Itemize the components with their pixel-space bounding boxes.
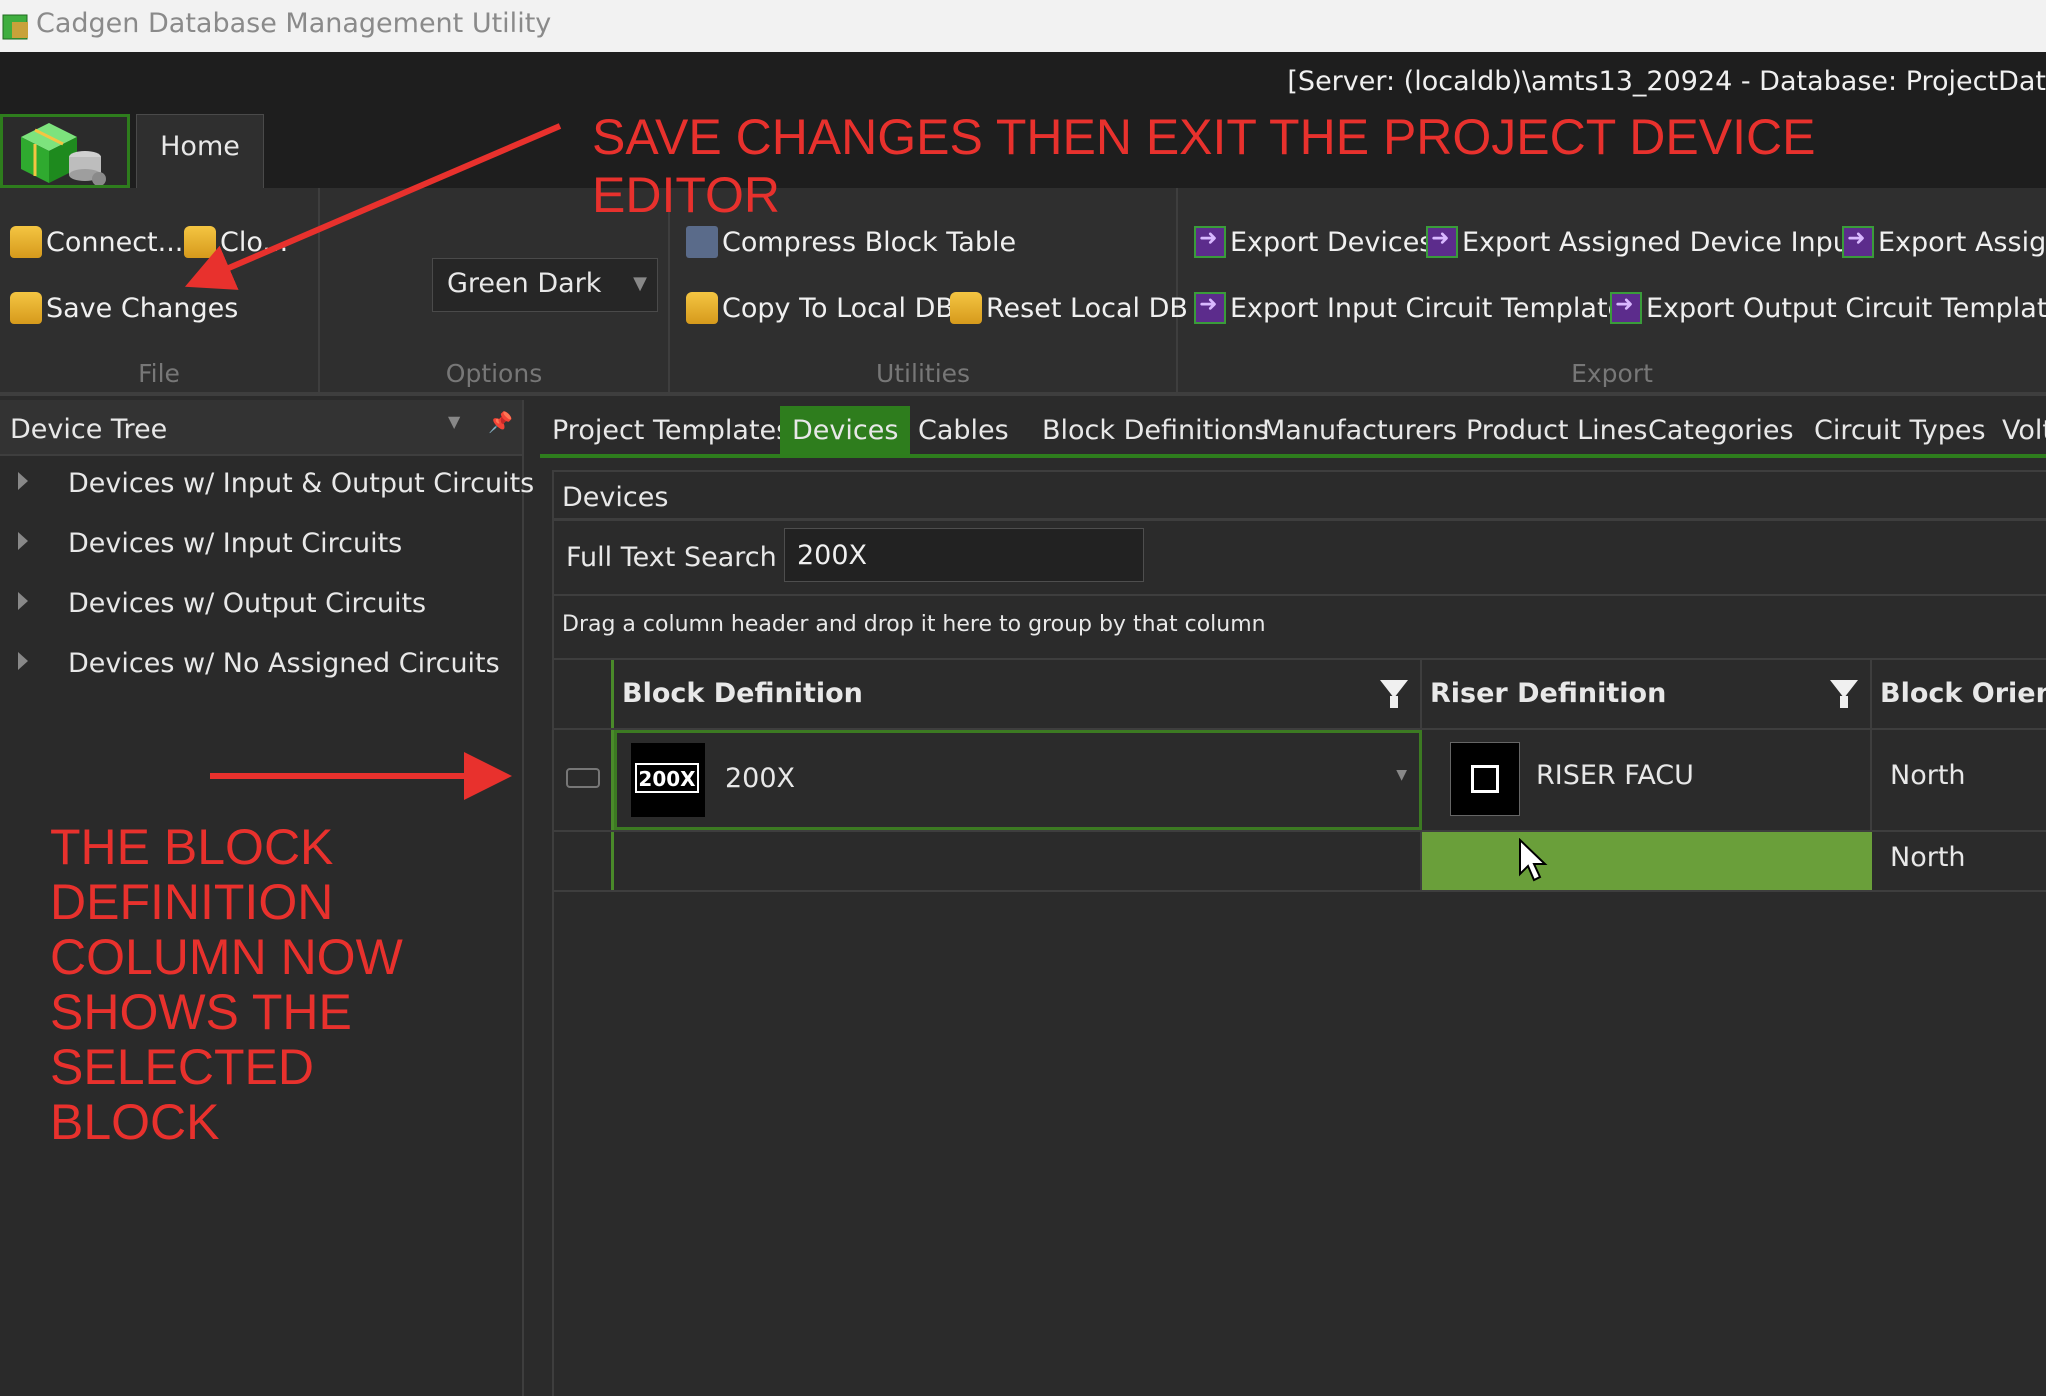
arrow-to-save-changes [184,123,562,290]
annotation-save-changes: SAVE CHANGES THEN EXIT THE PROJECT DEVIC… [592,109,1816,223]
annotation-block-definition: THE BLOCK DEFINITION COLUMN NOW SHOWS TH… [50,819,403,1150]
